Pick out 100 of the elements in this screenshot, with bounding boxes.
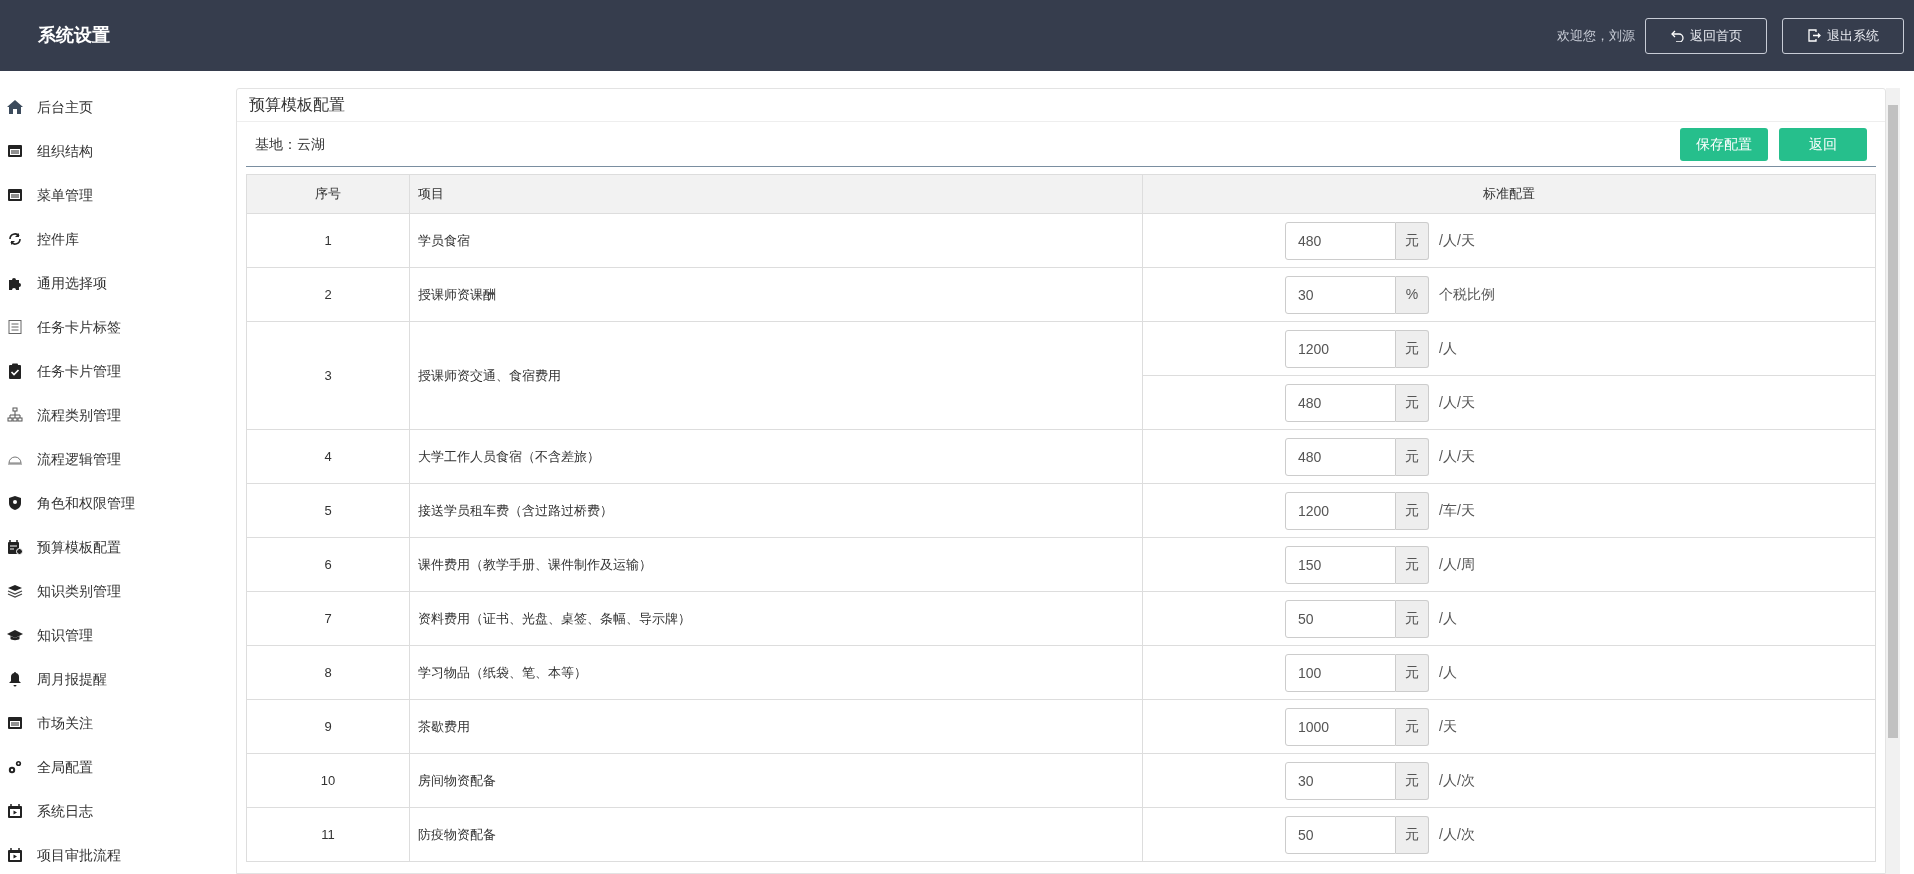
sidebar-item[interactable]: 任务卡片标签 (0, 305, 236, 349)
input-field[interactable]: 50 (1285, 815, 1396, 854)
unit-addon: 元 (1396, 383, 1429, 422)
input-field[interactable]: 1200 (1285, 329, 1396, 368)
sidebar-item[interactable]: 周月报提醒 (0, 657, 236, 701)
hierarchy-icon (7, 407, 23, 423)
unit-text: /人/周 (1439, 555, 1475, 574)
exit-icon (1807, 29, 1821, 42)
unit-addon: 元 (1396, 653, 1429, 692)
input-field[interactable]: 150 (1285, 545, 1396, 584)
sidebar-item[interactable]: 全局配置 (0, 745, 236, 789)
input-field[interactable]: 480 (1285, 383, 1396, 422)
table-cell: 房间物资配备 (409, 753, 1143, 808)
unit-text: /人 (1439, 663, 1457, 682)
sidebar-item[interactable]: 菜单管理 (0, 173, 236, 217)
input-field[interactable]: 480 (1285, 221, 1396, 260)
unit-text: /车/天 (1439, 501, 1475, 520)
logout-button[interactable]: 退出系统 (1782, 17, 1904, 54)
input-field[interactable]: 100 (1285, 653, 1396, 692)
unit-text: /人/次 (1439, 825, 1475, 844)
unit-addon: % (1396, 275, 1429, 314)
column-header: 序号 (246, 174, 410, 214)
sidebar-item[interactable]: 控件库 (0, 217, 236, 261)
table-cell: 学员食宿 (409, 213, 1143, 268)
table-cell: 5 (246, 483, 410, 538)
welcome-text: 欢迎您，刘源 (1557, 26, 1635, 45)
table-cell: 7 (246, 591, 410, 646)
table-cell: 学习物品（纸袋、笔、本等） (409, 645, 1143, 700)
sync-icon (7, 231, 23, 247)
table-cell: 1 (246, 213, 410, 268)
sidebar-item[interactable]: 组织结构 (0, 129, 236, 173)
table-cell: 9 (246, 699, 410, 754)
table-cell: 2 (246, 267, 410, 322)
panel-title: 预算模板配置 (249, 95, 345, 115)
unit-addon: 元 (1396, 545, 1429, 584)
unit-addon: 元 (1396, 329, 1429, 368)
input-field[interactable]: 30 (1285, 275, 1396, 314)
unit-text: /人/次 (1439, 771, 1475, 790)
puzzle-icon (7, 275, 23, 291)
sidebar-item[interactable]: 角色和权限管理 (0, 481, 236, 525)
sidebar-item[interactable]: 知识类别管理 (0, 569, 236, 613)
unit-addon: 元 (1396, 221, 1429, 260)
input-field[interactable]: 1000 (1285, 707, 1396, 746)
unit-addon: 元 (1396, 599, 1429, 638)
table-cell: 授课师资课酬 (409, 267, 1143, 322)
sidebar-item[interactable]: 通用选择项 (0, 261, 236, 305)
unit-addon: 元 (1396, 491, 1429, 530)
table-cell: 4 (246, 429, 410, 484)
home-button[interactable]: 返回首页 (1645, 17, 1767, 54)
table-cell: 防疫物资配备 (409, 807, 1143, 862)
table-cell: 茶歇费用 (409, 699, 1143, 754)
window-icon (7, 143, 23, 159)
unit-text: /人 (1439, 339, 1457, 358)
sidebar-item[interactable]: 系统日志 (0, 789, 236, 833)
table-cell: 大学工作人员食宿（不含差旅） (409, 429, 1143, 484)
scrollbar[interactable] (1886, 88, 1900, 874)
sidebar-item[interactable]: 流程逻辑管理 (0, 437, 236, 481)
table-cell: 6 (246, 537, 410, 592)
clipboard-check-icon (7, 363, 23, 379)
table-cell: 资料费用（证书、光盘、桌签、条幅、导示牌） (409, 591, 1143, 646)
table-cell: 接送学员租车费（含过路过桥费） (409, 483, 1143, 538)
sidebar-item[interactable]: 项目审批流程 (0, 833, 236, 874)
sidebar-item[interactable]: 市场关注 (0, 701, 236, 745)
sidebar-item[interactable]: 流程类别管理 (0, 393, 236, 437)
sidebar-item[interactable]: 预算模板配置 (0, 525, 236, 569)
table-cell: 授课师资交通、食宿费用 (409, 321, 1143, 430)
unit-text: /人/天 (1439, 447, 1475, 466)
unit-text: /人 (1439, 609, 1457, 628)
shield-icon (7, 495, 23, 511)
input-field[interactable]: 1200 (1285, 491, 1396, 530)
list-icon (7, 319, 23, 335)
layers-icon (7, 583, 23, 599)
window-icon (7, 187, 23, 203)
undo-icon (1670, 29, 1684, 42)
calendar-play-icon (7, 803, 23, 819)
sidebar-item[interactable]: 知识管理 (0, 613, 236, 657)
table-cell: 10 (246, 753, 410, 808)
input-field[interactable]: 50 (1285, 599, 1396, 638)
unit-text: 个税比例 (1439, 285, 1495, 304)
input-field[interactable]: 480 (1285, 437, 1396, 476)
table-cell: 8 (246, 645, 410, 700)
unit-text: /人/天 (1439, 393, 1475, 412)
unit-addon: 元 (1396, 437, 1429, 476)
unit-addon: 元 (1396, 815, 1429, 854)
sidebar-item[interactable]: 任务卡片管理 (0, 349, 236, 393)
calendar-badge-icon (7, 539, 23, 555)
unit-text: /天 (1439, 717, 1457, 736)
graduation-cap-icon (7, 627, 23, 643)
window-icon (7, 715, 23, 731)
unit-text: /人/天 (1439, 231, 1475, 250)
bell-icon (7, 671, 23, 687)
table-cell: 课件费用（教学手册、课件制作及运输） (409, 537, 1143, 592)
sidebar-item[interactable]: 后台主页 (0, 85, 236, 129)
base-label: 基地：云湖 (255, 134, 325, 154)
table-cell: 11 (246, 807, 410, 862)
input-field[interactable]: 30 (1285, 761, 1396, 800)
unit-addon: 元 (1396, 707, 1429, 746)
column-header: 标准配置 (1142, 174, 1876, 214)
table-cell: 3 (246, 321, 410, 430)
column-header: 项目 (409, 174, 1143, 214)
